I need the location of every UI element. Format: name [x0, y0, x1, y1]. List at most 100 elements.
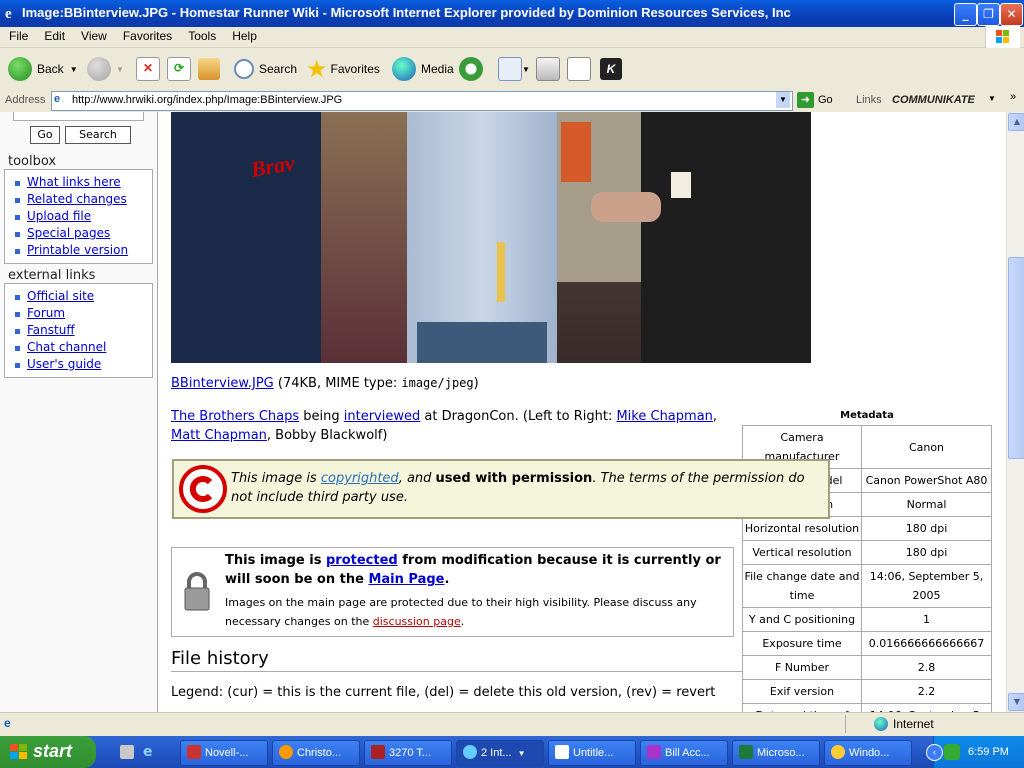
sidebar-item-related-changes[interactable]: Related changes: [11, 191, 152, 208]
copyright-notice: This image is copyrighted, and used with…: [172, 459, 830, 519]
toolbar-overflow-icon[interactable]: »: [1010, 91, 1016, 103]
sidebar-item-chat-channel[interactable]: Chat channel: [11, 339, 152, 356]
taskbar: start e Novell-... Christo... 3270 T... …: [0, 736, 1024, 768]
home-icon: [198, 58, 220, 80]
forward-button[interactable]: ▼: [87, 56, 124, 82]
system-tray: ‹ 6:59 PM: [926, 736, 1024, 768]
maximize-button[interactable]: ❐: [977, 3, 1000, 26]
task-windows[interactable]: Windo...: [824, 740, 912, 766]
file-history-heading: File history: [171, 648, 743, 672]
task-christo[interactable]: Christo...: [272, 740, 360, 766]
sidebar-item-fanstuff[interactable]: Fanstuff: [11, 322, 152, 339]
discussion-page-link[interactable]: discussion page: [373, 615, 461, 628]
sidebar-item-official-site[interactable]: Official site: [11, 288, 152, 305]
search-icon: [234, 59, 254, 79]
network-icon[interactable]: [944, 744, 960, 760]
legend-text: Legend: (cur) = this is the current file…: [171, 685, 716, 700]
task-untitled[interactable]: Untitle...: [548, 740, 636, 766]
interviewed-link[interactable]: interviewed: [344, 409, 420, 424]
search-label: Search: [259, 62, 298, 76]
sidebar-go-button[interactable]: Go: [30, 126, 60, 144]
scroll-thumb[interactable]: [1008, 257, 1024, 459]
protected-detail-line1: Images on the main page are protected du…: [225, 596, 697, 609]
task-novell[interactable]: Novell-...: [180, 740, 268, 766]
matt-chapman-link[interactable]: Matt Chapman: [171, 428, 267, 443]
communikate-link[interactable]: COMMUNIKATE: [892, 94, 975, 106]
sidebar-item-forum[interactable]: Forum: [11, 305, 152, 322]
print-button[interactable]: [536, 56, 560, 82]
quicklaunch-ie-icon[interactable]: e: [143, 744, 153, 760]
show-desktop-icon[interactable]: [120, 745, 134, 759]
sidebar-search-input[interactable]: [13, 112, 144, 121]
vertical-scrollbar[interactable]: ▲ ▼: [1006, 112, 1024, 712]
media-globe-icon: [392, 57, 416, 81]
media-button[interactable]: Media: [392, 56, 454, 82]
task-internet-explorer[interactable]: 2 Int... ▼: [456, 740, 544, 766]
k-logo-icon: K: [600, 58, 622, 80]
go-button[interactable]: ➜ Go: [797, 92, 833, 108]
standard-toolbar: Back ▼ ▼ ✕ ⟳ Search ★ Favorites Media ▼ K: [0, 48, 1024, 91]
wiki-sidebar: Go Search toolbox What links here Relate…: [0, 112, 158, 712]
history-button[interactable]: [459, 56, 488, 82]
copyrighted-link[interactable]: copyrighted: [321, 471, 399, 486]
sidebar-item-upload-file[interactable]: Upload file: [11, 208, 152, 225]
home-button[interactable]: [198, 56, 220, 82]
stop-button[interactable]: ✕: [136, 56, 160, 82]
task-excel[interactable]: Microso...: [732, 740, 820, 766]
stop-icon: ✕: [136, 57, 160, 81]
scroll-down-icon[interactable]: ▼: [1008, 693, 1024, 711]
address-input[interactable]: e http://www.hrwiki.org/index.php/Image:…: [51, 91, 793, 111]
sidebar-item-what-links-here[interactable]: What links here: [11, 174, 152, 191]
search-button[interactable]: Search: [234, 56, 297, 82]
table-row: Y and C positioning 1: [742, 607, 992, 632]
protected-link[interactable]: protected: [326, 553, 398, 568]
go-arrow-icon: ➜: [797, 92, 814, 108]
favorites-button[interactable]: ★ Favorites: [306, 56, 380, 83]
mime-type: image/jpeg: [401, 376, 474, 390]
start-button[interactable]: start: [0, 736, 96, 768]
refresh-button[interactable]: ⟳: [167, 56, 191, 82]
mail-button[interactable]: ▼: [498, 56, 530, 82]
menu-view[interactable]: View: [72, 27, 114, 43]
window-title-bar[interactable]: e Image:BBinterview.JPG - Homestar Runne…: [0, 0, 1024, 27]
main-page-link[interactable]: Main Page: [368, 572, 444, 587]
sidebar-item-printable-version[interactable]: Printable version: [11, 242, 152, 259]
internet-zone-globe-icon: [874, 717, 888, 731]
menu-file[interactable]: File: [0, 27, 35, 43]
task-3270[interactable]: 3270 T...: [364, 740, 452, 766]
external-links-heading: external links: [8, 268, 96, 283]
edit-button[interactable]: [567, 56, 591, 82]
protected-notice: This image is protected from modificatio…: [171, 547, 734, 637]
back-button[interactable]: Back ▼: [8, 56, 78, 82]
menu-favorites[interactable]: Favorites: [114, 27, 179, 43]
clock[interactable]: 6:59 PM: [968, 746, 1009, 758]
links-label[interactable]: Links: [856, 94, 882, 106]
sidebar-search-button[interactable]: Search: [65, 126, 131, 144]
sidebar-item-users-guide[interactable]: User's guide: [11, 356, 152, 373]
edit-page-icon: [567, 57, 591, 81]
scroll-up-icon[interactable]: ▲: [1008, 113, 1024, 131]
svg-text:e: e: [5, 6, 12, 20]
brothers-chaps-link[interactable]: The Brothers Chaps: [171, 409, 299, 424]
file-link[interactable]: BBinterview.JPG: [171, 376, 274, 391]
menu-help[interactable]: Help: [223, 27, 264, 43]
metadata-title: Metadata: [840, 410, 894, 421]
ie-logo-icon: e: [5, 6, 12, 20]
mike-chapman-link[interactable]: Mike Chapman: [616, 409, 712, 424]
tray-collapse-icon[interactable]: ‹: [926, 744, 943, 761]
mail-icon: [498, 57, 522, 81]
forward-arrow-icon: [87, 57, 111, 81]
menu-edit[interactable]: Edit: [35, 27, 72, 43]
sidebar-item-special-pages[interactable]: Special pages: [11, 225, 152, 242]
menu-tools[interactable]: Tools: [179, 27, 223, 43]
communikate-dropdown-icon[interactable]: ▼: [988, 94, 996, 103]
messenger-button[interactable]: K: [600, 56, 622, 82]
copyright-line2: not include third party use.: [231, 490, 408, 505]
close-button[interactable]: ✕: [1000, 3, 1023, 26]
task-bill-acc[interactable]: Bill Acc...: [640, 740, 728, 766]
interview-photo[interactable]: Brav: [171, 112, 811, 363]
minimize-button[interactable]: _: [954, 3, 977, 26]
table-row: Exif version 2.2: [742, 679, 992, 704]
back-label: Back: [37, 62, 64, 76]
address-dropdown-icon[interactable]: ▼: [776, 92, 790, 108]
